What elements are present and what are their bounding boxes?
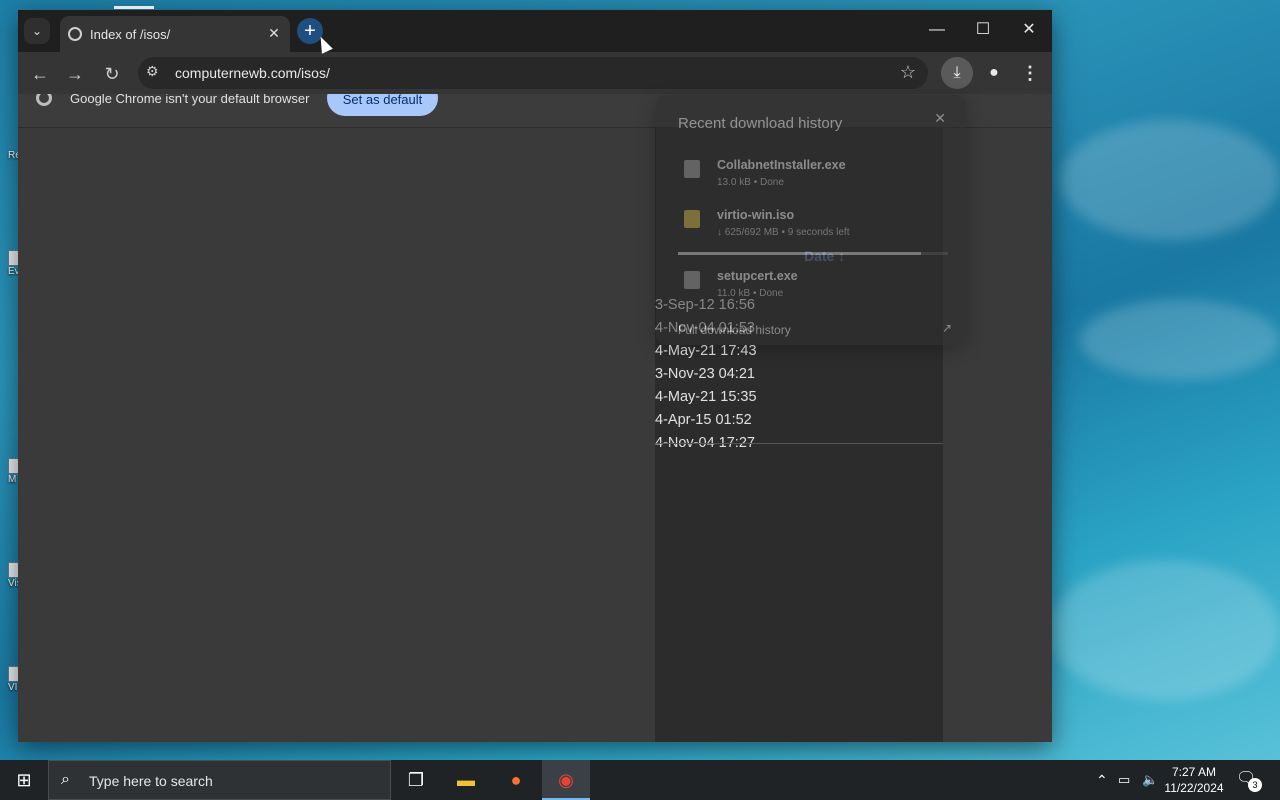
taskbar-search[interactable]: ⌕ Type here to search	[48, 760, 391, 800]
desktop-wave	[1080, 300, 1280, 380]
site-info-icon[interactable]: ⚙	[146, 63, 159, 80]
desktop-icon[interactable]: Ev	[0, 250, 24, 277]
download-item[interactable]: setupcert.exe 11.0 kB • Done	[656, 261, 944, 311]
address-bar[interactable]: ⚙ computernewb.com/isos/ ☆	[138, 57, 928, 89]
chrome-menu-button[interactable]: ⋮	[1016, 59, 1044, 87]
tab-close-icon[interactable]: ✕	[264, 23, 284, 43]
desktop-icon[interactable]: M	[0, 458, 24, 485]
chrome-icon: ◉	[558, 770, 574, 790]
download-item[interactable]: virtio-win.iso ↓ 625/692 MB • 9 seconds …	[656, 200, 944, 250]
favicon-icon	[68, 27, 82, 41]
clock-date: 11/22/2024	[1164, 781, 1224, 795]
desktop-wave	[1050, 560, 1280, 700]
title-bar: ⌄ Index of /isos/ ✕ + — ☐ ✕	[18, 6, 1052, 52]
browser-window: ⌄ Index of /isos/ ✕ + — ☐ ✕ ← → ↻ ⚙ comp…	[18, 6, 1052, 742]
tab-index-isos[interactable]: Index of /isos/ ✕	[60, 16, 290, 52]
arrow-right-icon: →	[66, 64, 84, 84]
infobar-message: Google Chrome isn't your default browser	[70, 94, 310, 106]
desktop-icon-label: Ev	[8, 266, 20, 277]
close-window-button[interactable]: ✕	[1006, 10, 1052, 50]
search-icon: ⌕	[61, 771, 70, 788]
chrome-taskbar-button[interactable]: ◉	[542, 760, 590, 800]
show-hidden-icons[interactable]: ⌃	[1096, 760, 1108, 800]
firefox-button[interactable]: ●	[492, 760, 540, 800]
disc-image-icon	[684, 210, 700, 228]
chevron-up-icon[interactable]: ⌃	[1022, 94, 1034, 105]
date-cell: 3-Nov-23 04:21	[655, 366, 755, 382]
firefox-icon: ●	[510, 770, 522, 790]
download-name: CollabnetInstaller.exe	[717, 158, 846, 172]
maximize-button[interactable]: ☐	[960, 10, 1006, 50]
desktop-icon-label: M	[8, 474, 17, 485]
download-name: setupcert.exe	[717, 269, 798, 283]
url-text[interactable]: computernewb.com/isos/	[175, 65, 330, 81]
forward-button[interactable]: →	[61, 60, 89, 88]
tab-title: Index of /isos/	[90, 27, 171, 42]
arrow-left-icon: ←	[31, 64, 49, 84]
tab-indicator	[114, 6, 154, 9]
reload-icon: ↻	[104, 64, 120, 84]
download-bubble: Recent download history ✕ CollabnetInsta…	[656, 95, 966, 345]
desktop-icon[interactable]: Vis	[0, 562, 24, 589]
open-external-icon[interactable]: ↗	[942, 321, 952, 335]
close-icon[interactable]: ✕	[934, 110, 946, 127]
download-bubble-title: Recent download history	[678, 115, 843, 132]
set-default-button[interactable]: Set as default	[327, 94, 438, 116]
desktop-icon-label: Vis	[8, 578, 22, 589]
windows-logo-icon: ⊞	[16, 770, 32, 790]
desktop-wave	[1060, 120, 1280, 240]
person-icon: ●	[989, 64, 999, 81]
download-status: ↓ 625/692 MB • 9 seconds left	[717, 227, 850, 238]
kebab-menu-icon: ⋮	[1021, 63, 1039, 83]
chevron-up-icon: ⌃	[1096, 772, 1108, 788]
desktop-icon[interactable]: VI	[0, 666, 24, 693]
download-status: 13.0 kB • Done	[717, 177, 784, 188]
notification-count-badge: 3	[1248, 778, 1262, 792]
reload-button[interactable]: ↻	[98, 60, 126, 88]
file-icon	[684, 271, 700, 289]
download-name: virtio-win.iso	[717, 208, 795, 222]
download-icon: ⤓	[953, 64, 961, 81]
chevron-down-icon: ⌄	[31, 24, 43, 38]
download-status: 11.0 kB • Done	[717, 288, 784, 299]
file-icon	[684, 160, 700, 178]
bookmark-star-icon[interactable]: ☆	[900, 62, 916, 83]
clock-time: 7:27 AM	[1171, 765, 1217, 779]
full-history-link[interactable]: Full download history	[678, 323, 791, 337]
desktop-icon-label: VI	[8, 682, 18, 693]
task-view-button[interactable]: ❐	[392, 760, 440, 800]
table-divider	[655, 443, 943, 444]
start-button[interactable]: ⊞	[0, 760, 48, 800]
back-button[interactable]: ←	[26, 60, 54, 88]
date-cell: 4-May-21 17:43	[655, 343, 757, 359]
clock[interactable]: 7:27 AM 11/22/2024	[1162, 764, 1226, 796]
minimize-button[interactable]: —	[914, 10, 960, 50]
chrome-logo-icon	[36, 94, 52, 106]
download-item[interactable]: CollabnetInstaller.exe 13.0 kB • Done	[656, 150, 944, 200]
search-placeholder: Type here to search	[89, 773, 213, 789]
download-progress-bar	[678, 252, 948, 255]
notification-center-button[interactable]: 🗨 3	[1236, 768, 1262, 792]
downloads-button[interactable]: ⤓	[941, 57, 973, 89]
desktop-icon[interactable]: Re	[0, 150, 21, 161]
toolbar: ← → ↻ ⚙ computernewb.com/isos/ ☆ ⤓ ● ⋮	[18, 52, 1052, 94]
date-cell: 4-May-21 15:35	[655, 389, 757, 405]
folder-icon: ▬	[457, 770, 475, 790]
desktop-icon-label: Re	[8, 150, 21, 161]
volume-icon[interactable]: 🔈	[1142, 760, 1158, 800]
file-explorer-button[interactable]: ▬	[442, 760, 490, 800]
date-cell: 4-Apr-15 01:52	[655, 412, 752, 428]
taskbar: ⊞ ⌕ Type here to search ❐ ▬ ● ◉ ⌃ ▭ 🔈 7:…	[0, 760, 1280, 800]
network-icon[interactable]: ▭	[1118, 760, 1130, 800]
tab-search-button[interactable]: ⌄	[24, 18, 50, 44]
profile-button[interactable]: ●	[980, 59, 1008, 87]
download-progress-fill	[678, 252, 921, 255]
task-view-icon: ❐	[407, 770, 425, 790]
